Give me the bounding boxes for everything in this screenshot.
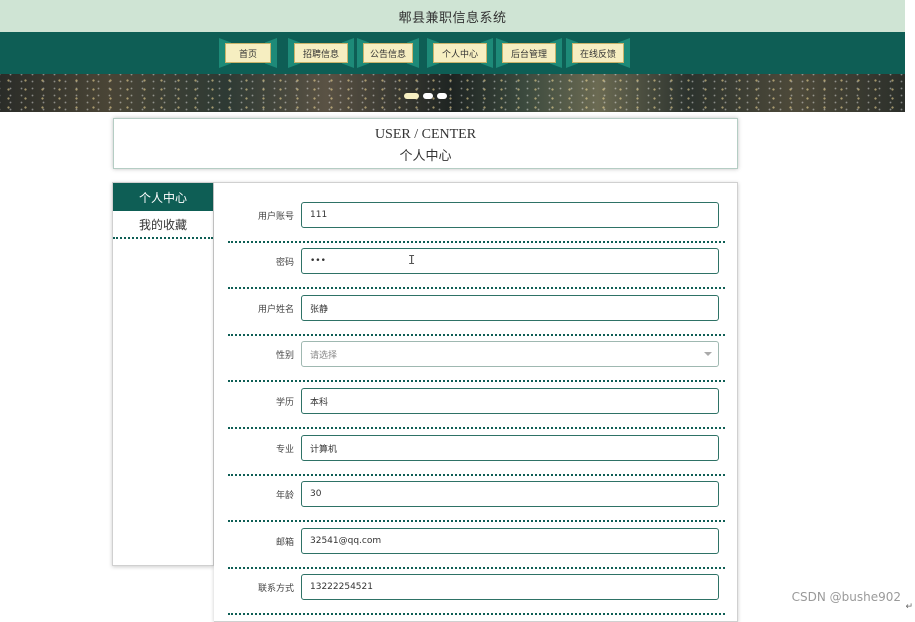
user-center-cn-title: 个人中心 bbox=[399, 149, 452, 164]
nav-item-user-center[interactable]: 个人中心 bbox=[427, 38, 493, 68]
field-label: 专业 bbox=[275, 445, 294, 455]
form-row-education: 学历 本科 bbox=[228, 383, 725, 429]
email-input[interactable]: 32541@qq.com bbox=[301, 528, 719, 554]
banner-carousel bbox=[0, 74, 905, 112]
password-value: ••• bbox=[310, 256, 326, 266]
education-input[interactable]: 本科 bbox=[301, 388, 719, 414]
nav-item-home[interactable]: 首页 bbox=[219, 38, 277, 68]
field-label: 邮箱 bbox=[275, 538, 294, 548]
phone-input[interactable]: 13222254521 bbox=[301, 574, 719, 600]
form-row-age: 年龄 30 bbox=[228, 476, 725, 522]
nav-item-admin[interactable]: 后台管理 bbox=[496, 38, 562, 68]
gender-placeholder: 请选择 bbox=[310, 350, 338, 361]
site-title: 郫县兼职信息系统 bbox=[398, 10, 507, 26]
user-center-en-title: USER / CENTER bbox=[374, 127, 477, 142]
return-glyph-icon: ↵ bbox=[905, 602, 913, 612]
sidebar: 个人中心 我的收藏 bbox=[112, 182, 214, 566]
field-label: 联系方式 bbox=[257, 584, 294, 594]
main-nav: 首页 招聘信息 公告信息 个人中心 后台管理 在线反馈 bbox=[0, 32, 905, 74]
watermark: CSDN @bushe902 bbox=[791, 590, 901, 604]
nav-item-feedback[interactable]: 在线反馈 bbox=[566, 38, 630, 68]
carousel-dot-active[interactable] bbox=[404, 93, 419, 99]
field-label: 性别 bbox=[275, 351, 294, 361]
chevron-down-icon bbox=[704, 352, 712, 356]
form-row-name: 用户姓名 张静 bbox=[228, 290, 725, 336]
top-title-bar: 郫县兼职信息系统 bbox=[0, 0, 905, 32]
carousel-dot[interactable] bbox=[423, 93, 433, 99]
profile-form: 用户账号 111 密码 ••• I 用户姓名 张静 性别 请选择 学历 本科 专… bbox=[214, 182, 738, 622]
nav-item-notices[interactable]: 公告信息 bbox=[357, 38, 419, 68]
user-center-header: USER / CENTER 个人中心 bbox=[113, 118, 738, 169]
nav-label: 后台管理 bbox=[502, 43, 556, 63]
age-input[interactable]: 30 bbox=[301, 481, 719, 507]
field-label: 学历 bbox=[275, 398, 294, 408]
field-label: 密码 bbox=[275, 258, 294, 268]
carousel-dot[interactable] bbox=[437, 93, 447, 99]
sidebar-item-favorites[interactable]: 我的收藏 bbox=[113, 211, 213, 239]
text-cursor-icon: I bbox=[408, 253, 416, 267]
gender-select[interactable]: 请选择 bbox=[301, 341, 719, 367]
nav-label: 招聘信息 bbox=[294, 43, 348, 63]
form-row-major: 专业 计算机 bbox=[228, 430, 725, 476]
nav-label: 首页 bbox=[225, 43, 271, 63]
name-input[interactable]: 张静 bbox=[301, 295, 719, 321]
field-label: 年龄 bbox=[275, 491, 294, 501]
account-input[interactable]: 111 bbox=[301, 202, 719, 228]
major-input[interactable]: 计算机 bbox=[301, 435, 719, 461]
field-label: 用户账号 bbox=[257, 212, 294, 222]
nav-label: 在线反馈 bbox=[572, 43, 624, 63]
nav-item-jobs[interactable]: 招聘信息 bbox=[288, 38, 354, 68]
form-row-password: 密码 ••• I bbox=[228, 243, 725, 289]
password-input[interactable]: ••• I bbox=[301, 248, 719, 274]
nav-label: 公告信息 bbox=[363, 43, 413, 63]
sidebar-item-user-center[interactable]: 个人中心 bbox=[113, 183, 213, 211]
form-row-email: 邮箱 32541@qq.com bbox=[228, 523, 725, 569]
form-row-account: 用户账号 111 bbox=[228, 197, 725, 243]
field-label: 用户姓名 bbox=[257, 305, 294, 315]
form-row-gender: 性别 请选择 bbox=[228, 336, 725, 382]
nav-label: 个人中心 bbox=[433, 43, 487, 63]
form-row-phone: 联系方式 13222254521 bbox=[228, 569, 725, 615]
